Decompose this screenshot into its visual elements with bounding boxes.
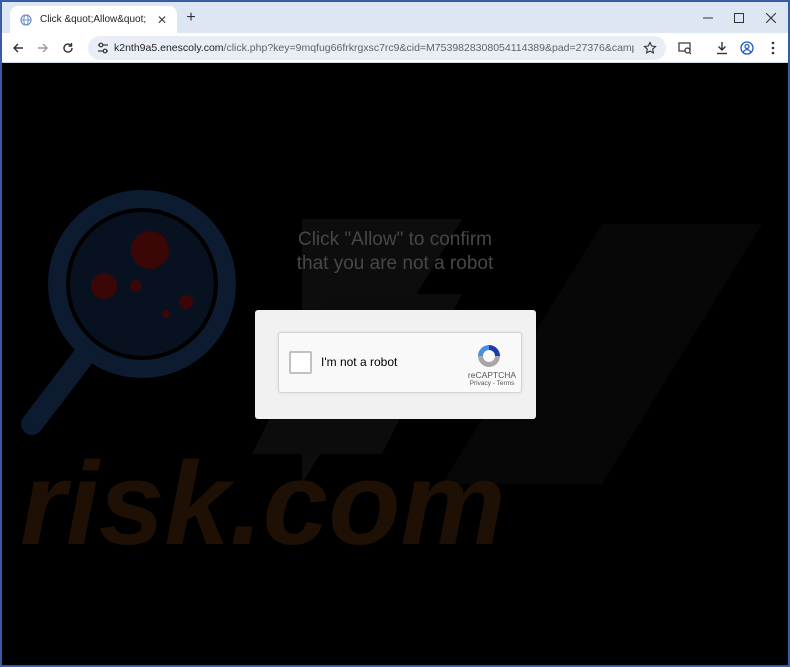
- headline-line-1: Click "Allow" to confirm: [297, 229, 493, 250]
- close-tab-icon[interactable]: ✕: [155, 13, 169, 27]
- url-text[interactable]: k2nth9a5.enescoly.com/click.php?key=9mqf…: [114, 41, 634, 55]
- new-tab-button[interactable]: +: [182, 9, 200, 27]
- address-bar[interactable]: k2nth9a5.enescoly.com/click.php?key=9mqf…: [88, 36, 666, 60]
- menu-kebab-icon[interactable]: [764, 39, 782, 57]
- download-icon[interactable]: [713, 39, 731, 57]
- globe-icon: [20, 13, 32, 26]
- captcha-panel: I'm not a robot reCAPTCHA Privacy - Term…: [255, 310, 536, 419]
- browser-window: Click &quot;Allow&quot; ✕ + k2nth9a5.ene…: [1, 1, 789, 666]
- browser-toolbar: k2nth9a5.enescoly.com/click.php?key=9mqf…: [2, 33, 788, 63]
- watermark-text: risk.com: [20, 438, 505, 570]
- recaptcha-privacy-terms[interactable]: Privacy - Terms: [457, 380, 527, 387]
- tab-strip: Click &quot;Allow&quot; ✕ +: [2, 2, 788, 33]
- maximize-icon[interactable]: [729, 8, 749, 28]
- recaptcha-widget: I'm not a robot reCAPTCHA Privacy - Term…: [278, 332, 522, 393]
- site-settings-icon[interactable]: [96, 41, 110, 55]
- tab-title: Click &quot;Allow&quot;: [40, 14, 147, 25]
- page-content: risk.com Click "Allow" to confirm that y…: [2, 64, 788, 665]
- minimize-icon[interactable]: [698, 8, 718, 28]
- recaptcha-label: I'm not a robot: [321, 355, 398, 369]
- cast-icon[interactable]: [676, 39, 694, 57]
- close-window-icon[interactable]: [761, 8, 781, 28]
- recaptcha-brand: reCAPTCHA: [467, 370, 517, 380]
- url-host: k2nth9a5.enescoly.com: [114, 42, 224, 54]
- recaptcha-logo-icon: [475, 342, 503, 370]
- forward-icon[interactable]: [34, 39, 52, 57]
- browser-tab[interactable]: Click &quot;Allow&quot; ✕: [10, 6, 177, 33]
- url-path: /click.php?key=9mqfug66frkrgxsc7rc9&cid=…: [223, 42, 634, 54]
- headline-line-2: that you are not a robot: [296, 253, 494, 274]
- reload-icon[interactable]: [59, 39, 77, 57]
- recaptcha-checkbox[interactable]: [289, 351, 312, 374]
- back-icon[interactable]: [9, 39, 27, 57]
- bookmark-star-icon[interactable]: [643, 41, 657, 55]
- profile-icon[interactable]: [738, 39, 756, 57]
